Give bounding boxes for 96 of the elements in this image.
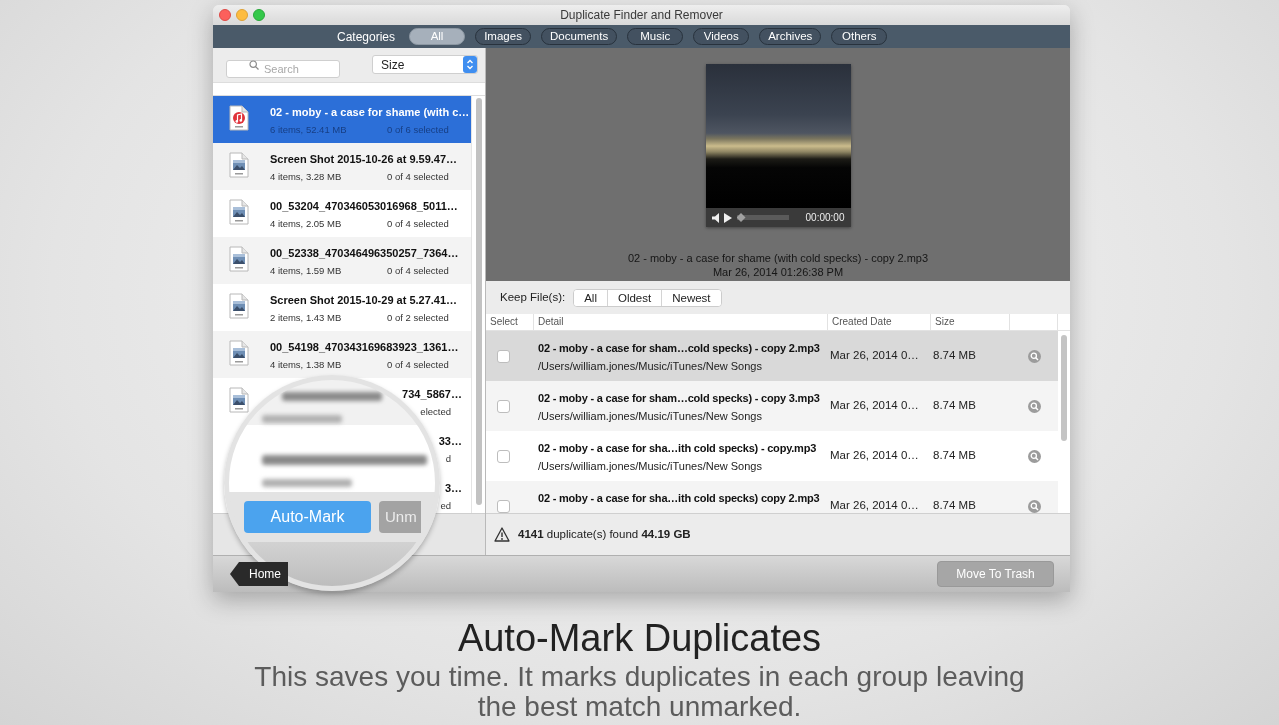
file-name: 02 - moby - a case for sham…cold specks) - copy 3.mp3 (538, 391, 821, 406)
window-title: Duplicate Finder and Remover (559, 7, 724, 24)
magnifier-icon[interactable] (1028, 499, 1041, 513)
group-summary: 6 items, 52.41 MB (270, 124, 348, 136)
image-file-icon (229, 387, 249, 413)
file-size: 8.74 MB (933, 348, 976, 364)
search-field[interactable]: Search (226, 60, 340, 78)
seek-thumb[interactable] (736, 213, 746, 222)
row-checkbox[interactable] (497, 499, 510, 513)
group-status: ed (440, 500, 451, 512)
duplicate-group-row[interactable]: 02 - moby - a case for shame (with c… 6 items, 52.41 MB 0 of 6 selected (213, 96, 471, 143)
column-header: Select (490, 316, 518, 328)
group-name: 00_52338_470346496350257_7364… (270, 246, 459, 261)
zoom-button[interactable] (253, 9, 265, 21)
table-row[interactable]: 02 - moby - a case for sham…cold specks) - copy 3.mp3 /Users/william.jones/Music/iTunes/New Songs Mar 26, 2014 0… 8.74 MB (486, 381, 1058, 431)
created-date: Mar 26, 2014 0… (830, 498, 919, 513)
scrollbar-thumb[interactable] (1061, 335, 1067, 441)
group-status: d (445, 453, 451, 465)
category-tab[interactable]: Videos (693, 28, 750, 45)
image-file-icon (229, 199, 249, 225)
image-file-icon (229, 246, 249, 272)
caption-title: Auto-Mark Duplicates (457, 616, 822, 660)
file-size: 8.74 MB (933, 448, 976, 464)
created-date: Mar 26, 2014 0… (830, 348, 919, 364)
group-status: 0 of 4 selected (387, 265, 449, 277)
close-button[interactable] (219, 9, 231, 21)
sort-dropdown[interactable]: Size (372, 55, 478, 74)
duplicate-group-row[interactable]: 00_54198_470343169683923_1361… 4 items, 1.38 MB 0 of 4 selected (213, 331, 471, 378)
group-name: Screen Shot 2015-10-29 at 5.27.41… (270, 293, 458, 308)
magnifier-icon[interactable] (1028, 449, 1041, 463)
home-button[interactable]: Home (230, 562, 288, 586)
group-name: 33… (438, 435, 462, 448)
group-name: 02 - moby - a case for shame (with c… (270, 105, 470, 120)
duplicate-group-row[interactable]: Screen Shot 2015-10-26 at 9.59.47… 4 items, 3.28 MB 0 of 4 selected (213, 143, 471, 190)
image-file-icon (229, 152, 249, 178)
group-summary: 4 items, 3.28 MB (270, 171, 343, 183)
group-status: 0 of 2 selected (387, 312, 449, 324)
group-name: 00_54198_470343169683923_1361… (270, 340, 459, 355)
scrollbar-thumb[interactable] (475, 98, 482, 505)
audio-file-icon (229, 105, 249, 131)
warning-icon (494, 527, 510, 542)
search-icon (249, 60, 259, 70)
play-icon[interactable] (723, 212, 732, 223)
magnifier-icon[interactable] (1028, 399, 1041, 413)
duplicate-group-row[interactable]: 00_52338_470346496350257_7364… 4 items, 1.59 MB 0 of 4 selected (213, 237, 471, 284)
categories-label: Categories (337, 28, 396, 46)
category-tab[interactable]: Images (475, 28, 532, 45)
caption-text: This saves you time. It marks duplicates in each group leaving the best match unmarked. (253, 662, 1026, 722)
group-status: 0 of 4 selected (387, 359, 449, 371)
stepper-icon[interactable] (463, 56, 477, 73)
group-name: 3… (444, 482, 462, 495)
column-header: Size (935, 316, 955, 328)
group-name: Screen Shot 2015-10-26 at 9.59.47… (270, 152, 458, 167)
preview-file-name: 02 - moby - a case for shame (with cold specks) - copy 2.mp3 (627, 251, 929, 265)
file-name: 02 - moby - a case for sham…cold specks) - copy 2.mp3 (538, 341, 821, 356)
row-checkbox[interactable] (497, 449, 510, 463)
category-tab[interactable]: Others (831, 28, 888, 45)
category-tab[interactable]: Music (627, 28, 684, 45)
group-summary: 4 items, 1.59 MB (270, 265, 343, 277)
file-name: 02 - moby - a case for sha…ith cold specks) copy 2.mp3 (538, 491, 821, 506)
group-status: 0 of 4 selected (387, 218, 449, 230)
seek-slider[interactable] (736, 213, 789, 222)
minimize-button[interactable] (236, 9, 248, 21)
magnifier-icon[interactable] (1028, 349, 1041, 363)
preview-date: Mar 26, 2014 01:26:38 PM (712, 265, 844, 279)
row-checkbox[interactable] (497, 399, 510, 413)
file-path: /Users/william.jones/Music/iTunes/New Songs (538, 409, 763, 423)
created-date: Mar 26, 2014 0… (830, 448, 919, 464)
speaker-icon[interactable] (711, 212, 719, 223)
category-tab[interactable]: Archives (759, 28, 822, 45)
group-name: 00_53204_470346053016968_5011… (270, 199, 458, 214)
group-status: 0 of 4 selected (387, 171, 449, 183)
file-name: 02 - moby - a case for sha…ith cold specks) - copy.mp3 (538, 441, 818, 456)
group-summary: 4 items, 2.05 MB (270, 218, 343, 230)
row-checkbox[interactable] (497, 349, 510, 363)
created-date: Mar 26, 2014 0… (830, 398, 919, 414)
image-file-icon (229, 340, 249, 366)
keep-option[interactable]: Newest (661, 289, 721, 306)
table-row[interactable]: 02 - moby - a case for sham…cold specks) - copy 2.mp3 /Users/william.jones/Music/iTunes/New Songs Mar 26, 2014 0… 8.74 MB (486, 331, 1058, 381)
group-summary: 2 items, 1.43 MB (270, 312, 343, 324)
group-status: 0 of 6 selected (387, 124, 449, 136)
duplicates-summary: 4141 duplicate(s) found 44.19 GB (518, 526, 691, 542)
image-file-icon (229, 293, 249, 319)
table-row[interactable]: 02 - moby - a case for sha…ith cold specks) copy 2.mp3 Mar 26, 2014 0… 8.74 MB (486, 481, 1058, 513)
keep-files-label: Keep File(s): (500, 289, 566, 305)
column-header: Created Date (832, 316, 892, 328)
file-size: 8.74 MB (933, 498, 976, 513)
file-size: 8.74 MB (933, 398, 976, 414)
category-tab[interactable]: Documents (541, 28, 618, 45)
file-path: /Users/william.jones/Music/iTunes/New Songs (538, 359, 763, 373)
group-name: 734_5867… (402, 388, 462, 401)
playback-time: 00:00:00 (805, 211, 845, 224)
group-status: elected (420, 406, 451, 418)
file-path: /Users/william.jones/Music/iTunes/New Songs (538, 459, 763, 473)
column-header: Detail (538, 316, 564, 328)
group-summary: 4 items, 1.38 MB (270, 359, 343, 371)
